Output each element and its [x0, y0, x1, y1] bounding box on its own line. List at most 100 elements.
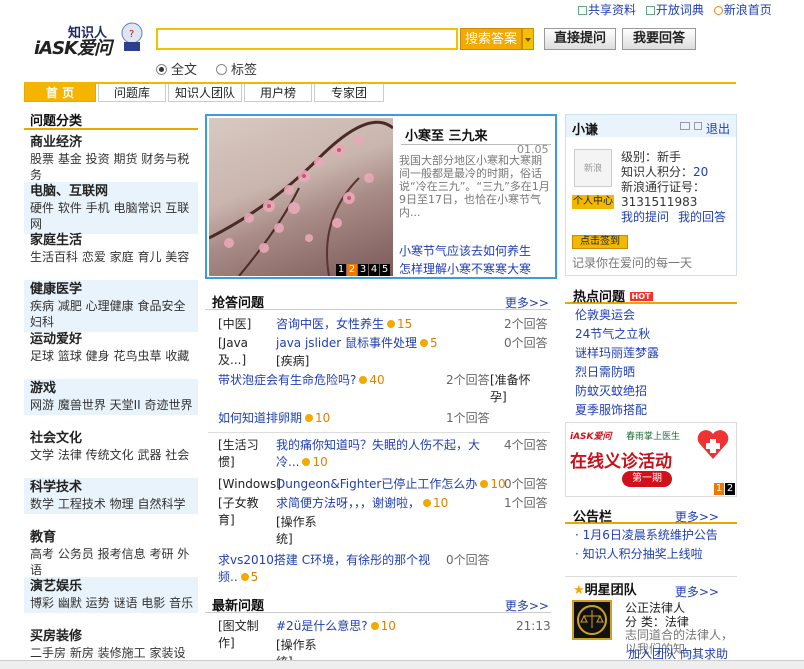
- category-games[interactable]: 游戏 网游 魔兽世界 天堂II 奇迹世界: [24, 379, 198, 415]
- hot-item[interactable]: 防蚊灭蚊绝招: [575, 382, 659, 401]
- category-housing[interactable]: 买房装修 二手房 新房 装修施工 家装设: [24, 627, 198, 663]
- rush-question-3[interactable]: 带状泡症会有生命危险吗? 40: [218, 372, 385, 389]
- scope-fulltext[interactable]: 全文: [156, 59, 197, 78]
- doc-icon: [578, 6, 587, 15]
- rush-cat-7[interactable]: [子女教育]: [218, 495, 268, 529]
- rush-cat-4[interactable]: [准备怀孕]: [490, 372, 534, 406]
- pager-1[interactable]: 1: [336, 264, 346, 276]
- svg-text:?: ?: [129, 29, 134, 40]
- hot-item[interactable]: 伦敦奥运会: [575, 306, 659, 325]
- scope-tags[interactable]: 标签: [216, 59, 257, 78]
- logo[interactable]: 知识人 iASK爱问 ?: [34, 20, 154, 60]
- sina-home-link[interactable]: 新浪首页: [713, 3, 772, 17]
- featured-link-2[interactable]: 怎样理解小寒不寒寒大寒: [399, 260, 531, 277]
- open-dict-link[interactable]: 开放词典: [645, 3, 704, 17]
- user-slogan: 记录你在爱问的每一天: [572, 256, 693, 270]
- user-name[interactable]: 小谦: [572, 119, 598, 138]
- rush-question-1[interactable]: 咨询中医，女性养生 15: [276, 316, 412, 333]
- ad-pager-1[interactable]: 1: [714, 483, 724, 495]
- personal-center-button[interactable]: 个人中心: [572, 195, 614, 209]
- featured-image[interactable]: 12345: [209, 118, 393, 276]
- my-questions-link[interactable]: 我的提问: [621, 209, 669, 225]
- ad-banner[interactable]: iASK爱问 春雨掌上医生 在线义诊活动 第一期 1 2: [565, 422, 737, 497]
- logout-link[interactable]: 退出: [706, 120, 730, 137]
- pager-3[interactable]: 3: [358, 264, 368, 276]
- category-education[interactable]: 教育 高考 公务员 报考信息 考研 外语: [24, 528, 198, 580]
- answer-button[interactable]: 我要回答: [622, 28, 696, 50]
- rush-cat-3[interactable]: [疾病]: [276, 353, 309, 370]
- notice-more-link[interactable]: 更多>>: [675, 508, 719, 525]
- rush-answers-8: 0个回答: [446, 553, 490, 567]
- heart-cross-icon: [697, 430, 729, 459]
- tab-home[interactable]: 首 页: [24, 84, 96, 102]
- hot-item[interactable]: 24节气之立秋: [575, 325, 659, 344]
- star-header: ★明星团队 更多>>: [565, 576, 737, 599]
- rush-question-5[interactable]: 我的痛你知道吗？失眠的人伤不起，大冷... 10: [276, 437, 494, 471]
- search-input[interactable]: [156, 28, 458, 50]
- notice-item[interactable]: · 知识人积分抽奖上线啦: [575, 545, 718, 564]
- user-level: 级别：新手: [621, 150, 682, 164]
- coin-icon: [302, 458, 311, 466]
- hot-item[interactable]: 谜样玛丽莲梦露: [575, 344, 659, 363]
- pager-5[interactable]: 5: [380, 264, 390, 276]
- tab-teams[interactable]: 知识人团队: [168, 84, 242, 102]
- latest-more-link[interactable]: 更多>>: [505, 597, 549, 614]
- notice-item[interactable]: · 1月6日凌晨系统维护公告: [575, 526, 718, 545]
- rush-question-8[interactable]: 求vs2010搭建 C环境，有徐彤的那个视频.. 5: [218, 552, 438, 586]
- shared-docs-link[interactable]: 共享资料: [578, 3, 636, 17]
- star-more-link[interactable]: 更多>>: [675, 583, 719, 600]
- pager-2[interactable]: 2: [347, 264, 357, 276]
- coin-icon: [370, 622, 379, 630]
- rush-answers-4: 1个回答: [446, 411, 490, 425]
- rush-cat-6[interactable]: [Windows]: [218, 476, 281, 493]
- notice-title: 公告栏: [573, 510, 613, 525]
- tab-experts[interactable]: 专家团: [314, 84, 384, 102]
- avatar[interactable]: 新浪 iASK: [574, 149, 612, 212]
- rush-more-link[interactable]: 更多>>: [505, 294, 549, 311]
- featured-text: 我国大部分地区小寒和大寒期间一般都是最冷的时期，俗话说“冷在三九”。“三九”多在…: [399, 154, 550, 219]
- category-entertainment[interactable]: 演艺娱乐 博彩 幽默 运势 谜语 电影 音乐: [24, 577, 198, 613]
- ask-direct-button[interactable]: 直接提问: [544, 28, 616, 50]
- notice-header: 公告栏 更多>>: [565, 504, 737, 525]
- coin-icon: [240, 573, 249, 581]
- search-button[interactable]: 搜索答案: [460, 28, 522, 50]
- category-science[interactable]: 科学技术 数学 工程技术 物理 自然科学: [24, 478, 198, 514]
- coin-icon: [305, 414, 314, 422]
- rush-question-4[interactable]: 如何知道排卵期 10: [218, 410, 330, 427]
- category-health[interactable]: 健康医学 疾病 减肥 心理健康 食品安全 妇科: [24, 280, 198, 332]
- category-business[interactable]: 商业经济 股票 基金 投资 期货 财务与税务: [24, 133, 198, 185]
- hot-item[interactable]: 夏季服饰搭配: [575, 401, 659, 420]
- tab-question-library[interactable]: 问题库: [98, 84, 166, 102]
- category-computer[interactable]: 电脑、互联网 硬件 软件 手机 电脑常识 互联网: [24, 182, 198, 234]
- hot-badge: HOT: [629, 292, 653, 301]
- featured-title[interactable]: 小寒至 三九来: [405, 125, 488, 144]
- my-answers-link[interactable]: 我的回答: [678, 209, 726, 225]
- rush-question-2[interactable]: java jslider 鼠标事件处理 5: [276, 335, 438, 352]
- ad-partner: 春雨掌上医生: [626, 432, 681, 442]
- featured-link-1[interactable]: 小寒节气应该去如何养生: [399, 242, 531, 259]
- rush-question-7[interactable]: 求简便方法呀，，，谢谢啦， 10: [276, 495, 448, 512]
- rush-question-6[interactable]: Dungeon&Fighter已停止工作怎么办 10: [276, 476, 506, 493]
- category-culture[interactable]: 社会文化 文学 法律 传统文化 武器 社会: [24, 429, 198, 465]
- ad-sub: 第一期: [622, 471, 672, 487]
- search-dropdown-icon[interactable]: [522, 28, 534, 50]
- hot-item[interactable]: 烈日需防晒: [575, 363, 659, 382]
- rush-cat-5[interactable]: [生活习惯]: [218, 437, 268, 471]
- team-logo[interactable]: [572, 600, 612, 640]
- latest-question-1[interactable]: #2ü是什么意思? 10: [276, 618, 396, 635]
- tab-user-ranking[interactable]: 用户榜: [244, 84, 312, 102]
- ad-brand: iASK爱问: [570, 432, 612, 442]
- hot-list: 伦敦奥运会 24节气之立秋 谜样玛丽莲梦露 烈日需防晒 防蚊灭蚊绝招 夏季服饰搭…: [575, 306, 659, 420]
- ad-pager-2[interactable]: 2: [725, 483, 735, 495]
- message-icon[interactable]: [680, 122, 690, 130]
- latest-cat-1[interactable]: [图文制作]: [218, 618, 268, 652]
- category-sports[interactable]: 运动爱好 足球 篮球 健身 花鸟虫草 收藏: [24, 330, 198, 366]
- horizontal-scrollbar[interactable]: [0, 660, 804, 669]
- rush-cat-2[interactable]: [Java及...]: [218, 335, 268, 369]
- category-family[interactable]: 家庭生活 生活百科 恋爱 家庭 育儿 美容: [24, 231, 198, 267]
- pager-4[interactable]: 4: [369, 264, 379, 276]
- checkin-button[interactable]: 点击签到: [572, 235, 628, 249]
- radio-selected-icon: [156, 64, 167, 75]
- rush-cat-1[interactable]: [中医]: [218, 316, 251, 333]
- rush-cat-8[interactable]: [操作系统]: [276, 514, 326, 548]
